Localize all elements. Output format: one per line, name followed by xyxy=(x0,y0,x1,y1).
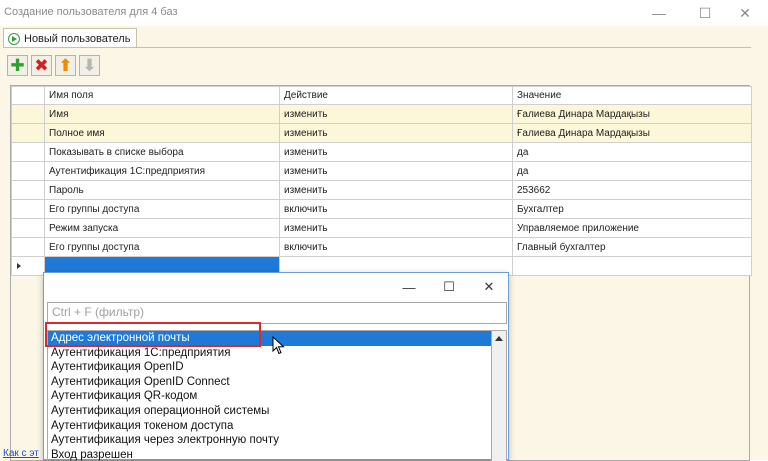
list-item[interactable]: Вход разрешен xyxy=(48,448,491,461)
list-scrollbar[interactable] xyxy=(491,330,507,461)
minimize-button[interactable]: — xyxy=(636,0,682,26)
popup-minimize-button[interactable]: — xyxy=(394,277,424,297)
window-title: Создание пользователя для 4 баз xyxy=(4,6,178,18)
cell-field[interactable]: Его группы доступа xyxy=(44,237,280,257)
arrow-down-icon: ⬇ xyxy=(82,56,97,75)
table-header-row: Имя поля Действие Значение xyxy=(11,86,752,105)
cell-field[interactable]: Режим запуска xyxy=(44,218,280,238)
tab-label: Новый пользователь xyxy=(24,32,131,45)
popup-maximize-button[interactable]: ☐ xyxy=(434,277,464,297)
table-row[interactable]: Его группы доступа включить Главный бухг… xyxy=(11,237,752,257)
field-select-popup: — ☐ ✕ Ctrl + F (фильтр) Адрес электронно… xyxy=(43,272,509,461)
toolbar: ✚ ✖ ⬆ ⬇ xyxy=(7,55,100,77)
table-row[interactable]: Пароль изменить 253662 xyxy=(11,180,752,200)
table-row[interactable]: Имя изменить Ғалиева Динара Мардақызы xyxy=(11,104,752,124)
cell-action[interactable]: изменить xyxy=(279,218,513,238)
row-header[interactable] xyxy=(11,237,45,257)
delete-row-button[interactable]: ✖ xyxy=(31,55,52,76)
scroll-up-arrow-icon[interactable] xyxy=(492,331,506,345)
cell-field[interactable]: Полное имя xyxy=(44,123,280,143)
cell-value-empty[interactable] xyxy=(512,256,752,276)
cell-value[interactable]: 253662 xyxy=(512,180,752,200)
list-item[interactable]: Аутентификация токеном доступа xyxy=(48,419,491,434)
cell-action[interactable]: включить xyxy=(279,199,513,219)
list-item[interactable]: Аутентификация через электронную почту xyxy=(48,433,491,448)
cell-value[interactable]: Главный бухгалтер xyxy=(512,237,752,257)
fields-table: Имя поля Действие Значение Имя изменить … xyxy=(11,86,752,276)
table-row[interactable]: Показывать в списке выбора изменить да xyxy=(11,142,752,162)
cell-action[interactable]: изменить xyxy=(279,142,513,162)
cell-value[interactable]: Ғалиева Динара Мардақызы xyxy=(512,104,752,124)
table-row[interactable]: Аутентификация 1С:предприятия изменить д… xyxy=(11,161,752,181)
current-row-marker xyxy=(11,256,45,276)
row-header[interactable] xyxy=(11,199,45,219)
cell-value[interactable]: Ғалиева Динара Мардақызы xyxy=(512,123,752,143)
move-down-button[interactable]: ⬇ xyxy=(79,55,100,76)
cell-action[interactable]: включить xyxy=(279,237,513,257)
row-header[interactable] xyxy=(11,142,45,162)
table-row[interactable]: Полное имя изменить Ғалиева Динара Марда… xyxy=(11,123,752,143)
cell-action[interactable]: изменить xyxy=(279,161,513,181)
cell-field[interactable]: Имя xyxy=(44,104,280,124)
column-header-value[interactable]: Значение xyxy=(512,86,752,105)
list-item[interactable]: Аутентификация OpenID xyxy=(48,360,491,375)
row-pointer-icon xyxy=(17,263,21,269)
cell-field[interactable]: Пароль xyxy=(44,180,280,200)
cell-field[interactable]: Его группы доступа xyxy=(44,199,280,219)
row-header-corner xyxy=(11,86,45,105)
cell-value[interactable]: Бухгалтер xyxy=(512,199,752,219)
plus-icon: ✚ xyxy=(10,56,25,75)
add-row-button[interactable]: ✚ xyxy=(7,55,28,76)
delete-x-icon: ✖ xyxy=(34,56,49,75)
tab-new-user[interactable]: Новый пользователь xyxy=(3,28,137,48)
list-item[interactable]: Аутентификация QR-кодом xyxy=(48,389,491,404)
list-item[interactable]: Аутентификация операционной системы xyxy=(48,404,491,419)
cell-action[interactable]: изменить xyxy=(279,123,513,143)
play-circle-icon xyxy=(8,32,20,45)
arrow-up-icon: ⬆ xyxy=(58,56,73,75)
cell-value[interactable]: да xyxy=(512,161,752,181)
mouse-cursor-icon xyxy=(272,336,285,355)
popup-close-button[interactable]: ✕ xyxy=(474,277,504,297)
row-header[interactable] xyxy=(11,180,45,200)
cell-field[interactable]: Аутентификация 1С:предприятия xyxy=(44,161,280,181)
table-row[interactable]: Его группы доступа включить Бухгалтер xyxy=(11,199,752,219)
column-header-action[interactable]: Действие xyxy=(279,86,513,105)
close-button[interactable]: ✕ xyxy=(722,0,768,26)
field-list: Адрес электронной почты Аутентификация 1… xyxy=(47,330,491,461)
cell-value[interactable]: Управляемое приложение xyxy=(512,218,752,238)
cell-field[interactable]: Показывать в списке выбора xyxy=(44,142,280,162)
row-header[interactable] xyxy=(11,218,45,238)
annotation-highlight-box xyxy=(45,322,261,347)
list-item[interactable]: Аутентификация 1С:предприятия xyxy=(48,346,491,361)
row-header[interactable] xyxy=(11,104,45,124)
row-header[interactable] xyxy=(11,123,45,143)
cell-value[interactable]: да xyxy=(512,142,752,162)
cell-action[interactable]: изменить xyxy=(279,180,513,200)
list-item[interactable]: Аутентификация OpenID Connect xyxy=(48,375,491,390)
table-row[interactable]: Режим запуска изменить Управляемое прило… xyxy=(11,218,752,238)
window-titlebar: Создание пользователя для 4 баз — ☐ ✕ xyxy=(0,0,768,26)
help-link[interactable]: Как с эт xyxy=(3,448,39,459)
row-header[interactable] xyxy=(11,161,45,181)
cell-action[interactable]: изменить xyxy=(279,104,513,124)
column-header-field[interactable]: Имя поля xyxy=(44,86,280,105)
filter-input[interactable]: Ctrl + F (фильтр) xyxy=(47,302,507,324)
move-up-button[interactable]: ⬆ xyxy=(55,55,76,76)
